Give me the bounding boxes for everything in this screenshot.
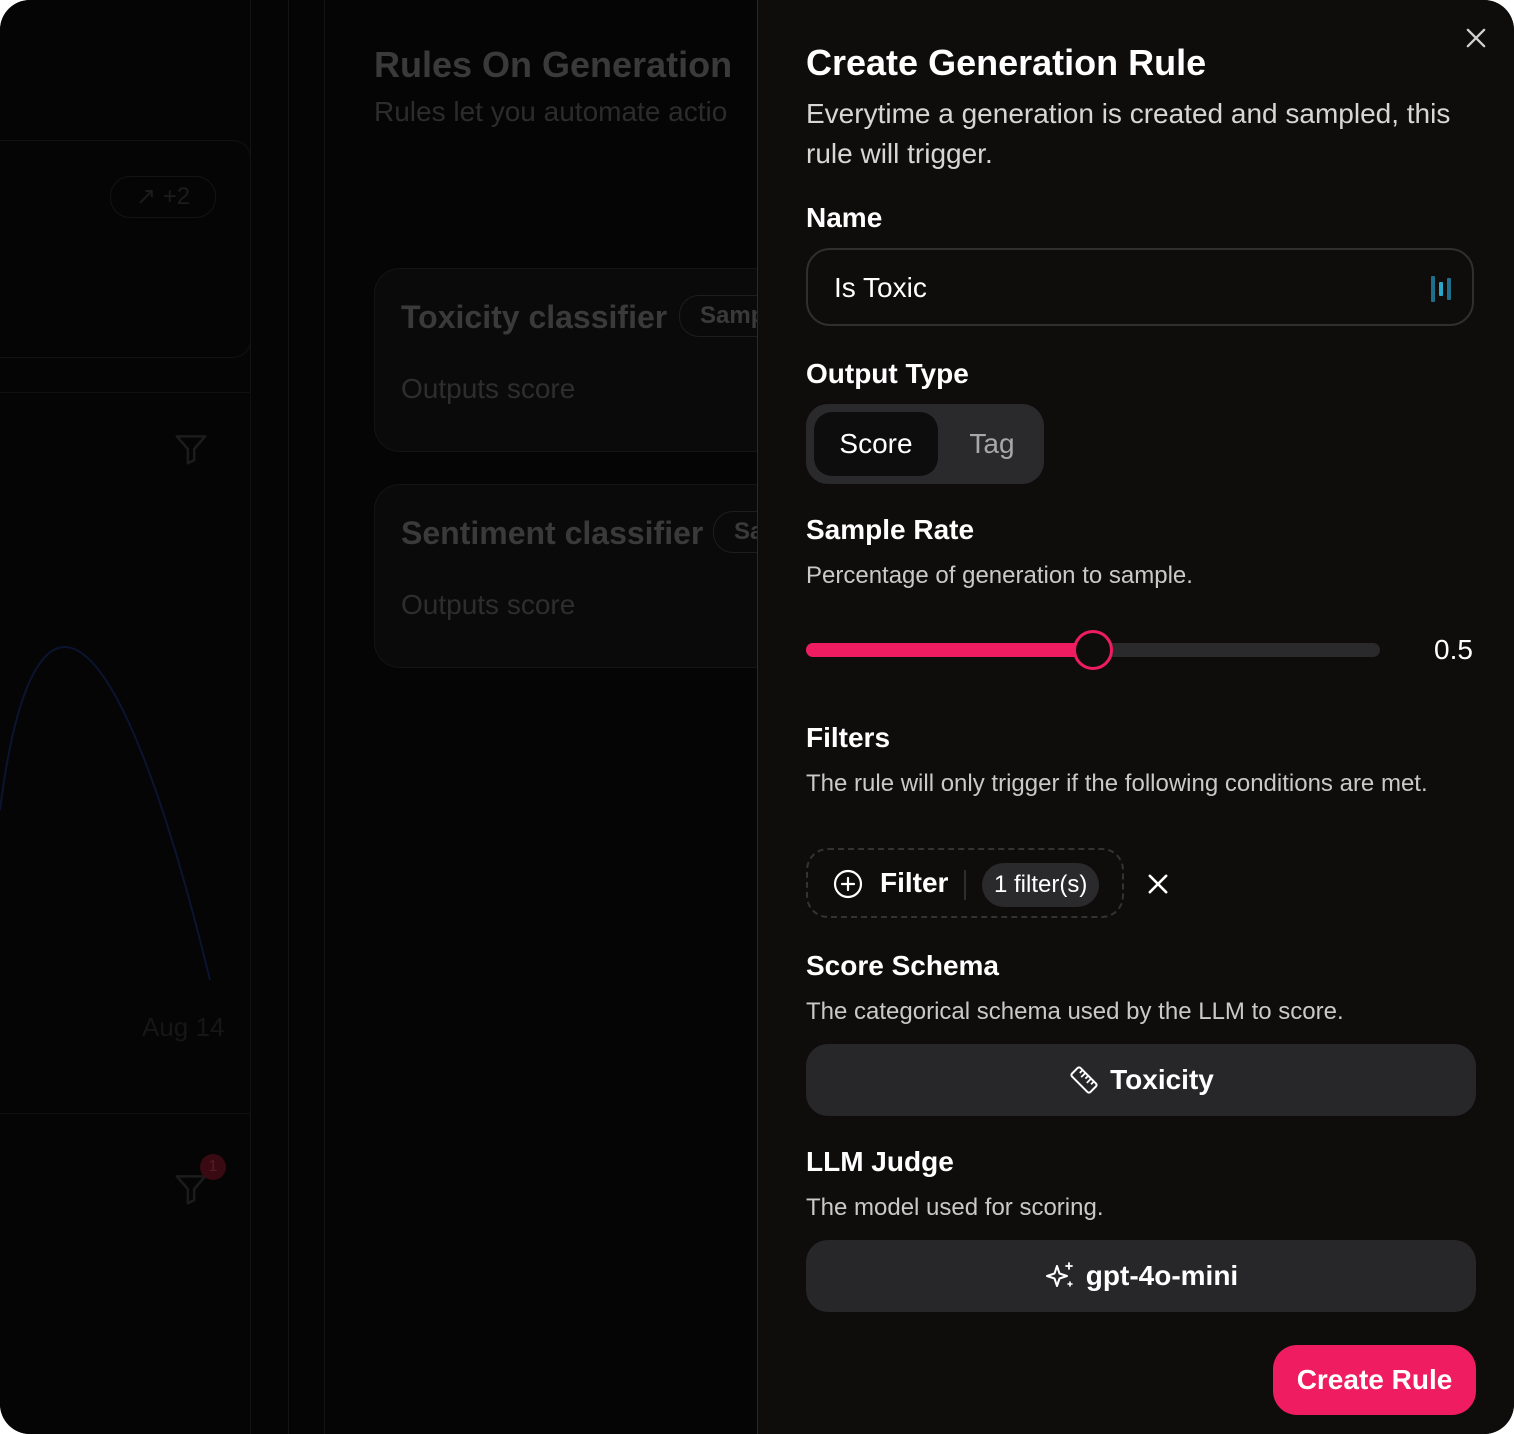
background-curve [0,646,211,981]
sample-rate-description: Percentage of generation to sample. [806,562,1193,589]
app-frame: ↗ +2 Aug 14 1 Rules On Generation Rules … [0,0,1514,1434]
llm-judge-value: gpt-4o-mini [1085,1260,1239,1291]
add-filter-button[interactable]: Filter 1 filter(s) [806,848,1124,918]
divider [964,870,966,900]
rule-card-title: Sentiment classifier [401,515,704,551]
filters-description: The rule will only trigger if the follow… [806,770,1428,797]
background-chip: ↗ +2 [110,176,216,218]
score-schema-label: Score Schema [806,950,999,981]
sample-rate-value: 0.5 [1434,634,1473,665]
page-title: Rules On Generation [374,44,733,85]
background-app: ↗ +2 Aug 14 1 Rules On Generation Rules … [0,0,758,1434]
name-field[interactable] [806,248,1474,326]
page-subtitle: Rules let you automate actio [374,96,728,127]
sample-rate-label: Sample Rate [806,514,975,545]
create-rule-button[interactable]: Create Rule [1273,1345,1476,1415]
rule-card-subtitle: Outputs score [401,589,576,620]
rule-card-title: Toxicity classifier [401,299,668,335]
grammar-assistant-icon[interactable] [1430,274,1454,304]
rule-card: Sentiment classifier Sa Outputs score [374,484,758,668]
rule-card: Toxicity classifier Samp Outputs score [374,268,758,452]
clear-filters-icon[interactable] [1144,870,1172,898]
filter-count-badge: 1 filter(s) [982,863,1100,907]
sheet-title: Create Generation Rule [806,42,1207,83]
sample-rate-slider[interactable] [806,630,1380,670]
name-label: Name [806,202,883,233]
slider-thumb[interactable] [1073,630,1113,670]
score-schema-description: The categorical schema used by the LLM t… [806,998,1344,1025]
filter-icon [175,435,207,465]
slider-fill [806,643,1093,657]
llm-judge-description: The model used for scoring. [806,1194,1104,1221]
output-type-toggle: Score Tag [806,404,1044,484]
close-icon[interactable] [1462,24,1490,52]
notification-badge: 1 [200,1154,226,1180]
output-type-option-score[interactable]: Score [814,412,938,476]
column-divider [324,0,325,1434]
sparkles-icon [1045,1262,1073,1287]
filters-label: Filters [806,722,891,753]
rule-card-subtitle: Outputs score [401,373,576,404]
rule-card-pill: Sa [713,511,758,553]
llm-judge-select[interactable]: gpt-4o-mini [806,1240,1476,1312]
ruler-icon [1070,1066,1098,1094]
output-type-label: Output Type [806,358,969,389]
score-schema-select[interactable]: Toxicity [806,1044,1476,1116]
filter-button-label: Filter [880,867,949,898]
output-type-option-tag[interactable]: Tag [946,412,1038,476]
column-divider [288,0,289,1434]
sheet-description: Everytime a generation is created and sa… [806,98,1451,169]
plus-circle-icon [833,869,863,899]
name-input[interactable] [832,250,1416,326]
rule-card-pill: Samp [679,295,758,337]
llm-judge-label: LLM Judge [806,1146,954,1177]
axis-label: Aug 14 [142,1012,225,1042]
background-panel [0,140,251,358]
score-schema-value: Toxicity [1110,1064,1214,1095]
